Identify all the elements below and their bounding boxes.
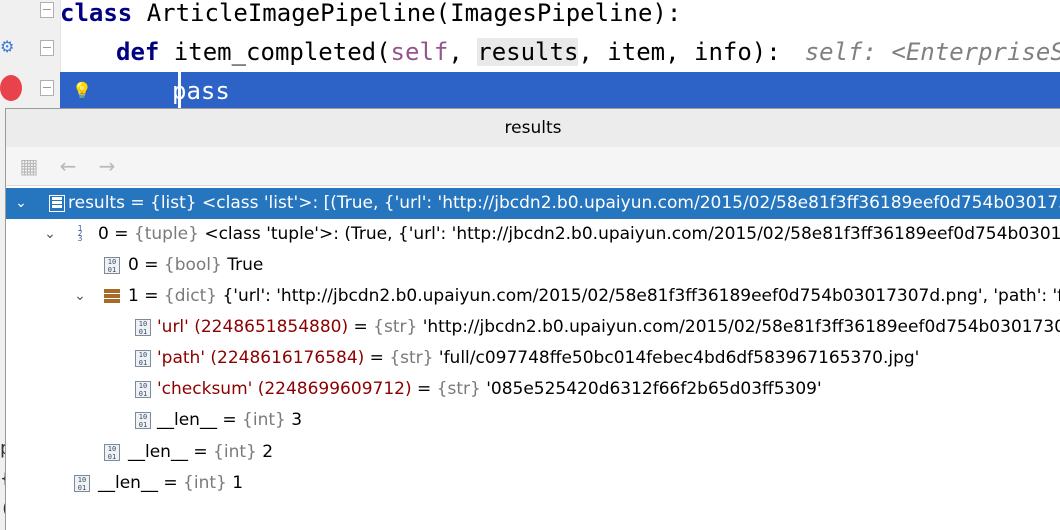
inline-value-hint: self: <EnterpriseSp (804, 38, 1060, 66)
tree-row-text: 'checksum' (2248699609712) = {str} '085e… (157, 374, 822, 405)
var-name: 'checksum' (2248699609712) (157, 379, 412, 399)
equals: = (187, 442, 214, 462)
var-value: 1 (226, 473, 244, 493)
primitive-value-icon: 10 01 (104, 257, 120, 274)
var-type: {int} (213, 442, 257, 462)
var-name: 'url' (2248651854880) (157, 317, 349, 337)
expand-arrow-icon[interactable]: ⌄ (41, 219, 59, 250)
tree-row-text: 0 = {tuple} <class 'tuple'>: (True, {'ur… (98, 219, 1060, 250)
var-type: {int} (242, 410, 286, 430)
tree-row-url[interactable]: 10 01 'url' (2248651854880) = {str} 'http… (6, 312, 1060, 343)
equals: = (138, 286, 164, 306)
var-type: {str} (389, 348, 434, 368)
var-value: '085e525420d6312f66f2b65d03ff5309' (480, 379, 822, 399)
results-param[interactable]: results (477, 38, 579, 66)
primitive-value-icon: 10 01 (135, 319, 151, 336)
variable-inspector-popup[interactable]: results ▦ ← → ⌄ results = {list} <class … (5, 108, 1060, 530)
primitive-value-icon: 10 01 (135, 412, 151, 429)
expand-arrow-icon[interactable]: ⌄ (12, 188, 30, 219)
popup-title[interactable]: results (6, 109, 1060, 148)
var-name: 1 (128, 286, 139, 306)
var-value: 'http://jbcdn2.b0.upaiyun.com/2015/02/58… (417, 317, 1060, 337)
keyword: def (116, 38, 160, 66)
list-icon (49, 195, 65, 212)
execution-point-icon: ⚙ (0, 37, 15, 56)
equals: = (108, 224, 134, 244)
var-type: {dict} (163, 286, 218, 306)
tree-row-text: 0 = {bool} True (128, 250, 263, 281)
tree-row-results[interactable]: ⌄ results = {list} <class 'list'>: [(Tru… (6, 188, 1060, 219)
popup-toolbar: ▦ ← → (6, 147, 1060, 186)
fold-marker-icon[interactable] (40, 80, 54, 96)
tree-row-text: 1 = {dict} {'url': 'http://jbcdn2.b0.upa… (128, 281, 1060, 312)
current-execution-line[interactable]: pass (60, 72, 1060, 110)
var-name: __len__ (98, 473, 158, 493)
var-value: <class 'tuple'>: (True, {'url': 'http://… (204, 224, 1060, 244)
equals: = (348, 317, 374, 337)
var-name: 'path' (2248616176584) (157, 348, 365, 368)
var-name: 0 (128, 255, 139, 275)
keyword: class (60, 0, 133, 27)
primitive-value-icon: 10 01 (74, 475, 90, 492)
tree-row-text: 'path' (2248616176584) = {str} 'full/c09… (157, 343, 919, 374)
tree-row-text: __len__ = {int} 3 (157, 405, 302, 436)
var-name: __len__ (128, 442, 188, 462)
var-type: {int} (183, 473, 227, 493)
code-text: , (448, 38, 478, 66)
var-value: 3 (285, 410, 303, 430)
arrow-left-icon[interactable]: ← (55, 153, 81, 179)
var-type: {str} (436, 379, 481, 399)
primitive-value-icon: 10 01 (135, 350, 151, 367)
tree-row-path[interactable]: 10 01 'path' (2248616176584) = {str} 'ful… (6, 343, 1060, 374)
var-type: {bool} (163, 255, 222, 275)
var-value: 'full/c097748ffe50bc014febec4bd6df583967… (433, 348, 920, 368)
equals: = (157, 473, 184, 493)
arrow-right-icon[interactable]: → (94, 153, 120, 179)
tree-row-text: 'url' (2248651854880) = {str} 'http://jb… (157, 312, 1060, 343)
fold-marker-icon[interactable] (40, 2, 54, 18)
function-name: item_completed( (159, 38, 391, 66)
code-text: ArticleImagePipeline(ImagesPipeline): (132, 0, 682, 27)
breakpoint-icon[interactable] (0, 75, 22, 101)
tree-row-checksum[interactable]: 10 01 'checksum' (2248699609712) = {str} … (6, 374, 1060, 405)
var-type: {str} (373, 317, 418, 337)
var-type: {tuple} (133, 224, 199, 244)
var-name: 0 (98, 224, 109, 244)
tree-row-len-list[interactable]: 10 01 __len__ = {int} 1 (6, 468, 1060, 499)
variables-grid-icon[interactable]: ▦ (16, 153, 42, 179)
lightbulb-icon[interactable]: 💡 (71, 72, 93, 110)
code-line-2[interactable]: def item_completed(self, results, item, … (116, 33, 1060, 71)
primitive-value-icon: 10 01 (135, 381, 151, 398)
tuple-icon: 123 (77, 224, 83, 243)
code-text: , item, info): (578, 38, 781, 66)
equals: = (138, 255, 164, 275)
tree-row-text: __len__ = {int} 2 (128, 437, 273, 468)
code-text: pass (172, 77, 230, 105)
tree-row-len-dict[interactable]: 10 01 __len__ = {int} 3 (6, 405, 1060, 436)
tree-row-text: results = {list} <class 'list'>: [(True,… (68, 188, 1060, 219)
var-value: <class 'list'>: [(True, {'url': 'http://… (196, 193, 1060, 213)
var-value: True (221, 255, 264, 275)
tree-row-bool[interactable]: 10 01 0 = {bool} True (6, 250, 1060, 281)
var-type: {list} (150, 193, 197, 213)
var-name: __len__ (157, 410, 217, 430)
expand-arrow-icon[interactable]: ⌄ (71, 281, 89, 312)
dict-icon (104, 288, 120, 305)
code-line-1[interactable]: class ArticleImagePipeline(ImagesPipelin… (60, 0, 681, 32)
equals: = (364, 348, 390, 368)
var-value: {'url': 'http://jbcdn2.b0.upaiyun.com/20… (217, 286, 1060, 306)
tree-row-tuple[interactable]: ⌄ 123 0 = {tuple} <class 'tuple'>: (True… (6, 219, 1060, 250)
primitive-value-icon: 10 01 (104, 444, 120, 461)
tree-row-len-tuple[interactable]: 10 01 __len__ = {int} 2 (6, 437, 1060, 468)
equals: = (216, 410, 243, 430)
equals: = (411, 379, 437, 399)
equals: = (124, 193, 151, 213)
self-param: self (390, 38, 449, 66)
tree-row-text: __len__ = {int} 1 (98, 468, 243, 499)
var-name: results (68, 193, 125, 213)
fold-marker-icon[interactable] (40, 40, 54, 56)
tree-row-dict[interactable]: ⌄ 1 = {dict} {'url': 'http://jbcdn2.b0.u… (6, 281, 1060, 312)
var-value: 2 (256, 442, 274, 462)
